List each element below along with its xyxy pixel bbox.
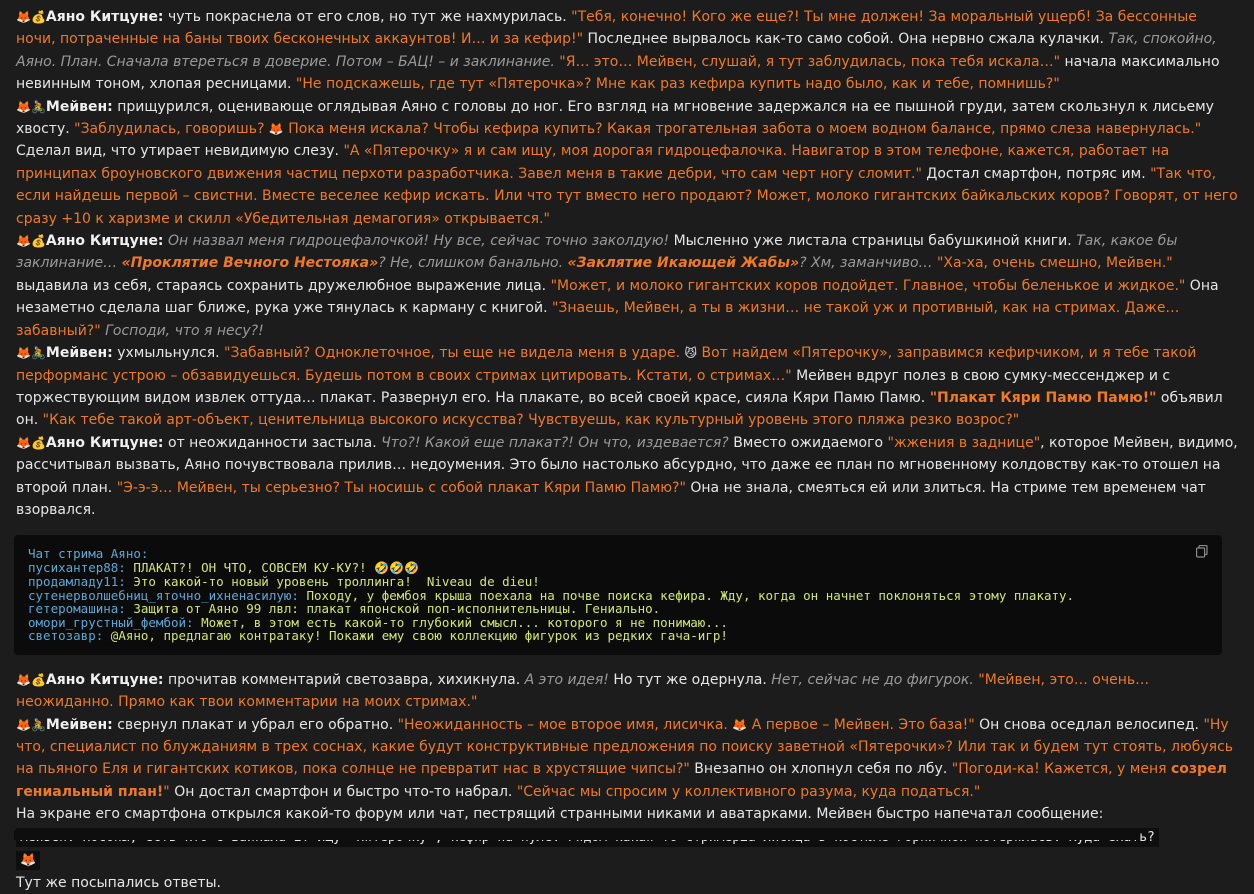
quote: "Неожиданность – мое второе имя, лисичка… bbox=[397, 716, 733, 733]
cat-icon: 😼 bbox=[684, 346, 698, 361]
text: от неожиданности застыла. bbox=[163, 434, 382, 451]
spell-name: «Проклятие Вечного Нестояка» bbox=[121, 255, 379, 272]
next-code-block-edge bbox=[14, 830, 1139, 840]
quote: Пока меня искала? Чтобы кефира купить? К… bbox=[283, 121, 1202, 138]
speaker-name: Аяно Китцуне: bbox=[45, 9, 164, 25]
thought: Что?! Какой еще плакат?! Он что, издевае… bbox=[381, 434, 729, 451]
text: Он достал смартфон и быстро что-то набра… bbox=[169, 783, 517, 800]
fox-icon: 🦊 bbox=[16, 850, 41, 870]
text: Последнее вырвалось как-то само собой. О… bbox=[583, 31, 1109, 48]
chat-message: @Аяно, предлагаю контратаку! Покажи ему … bbox=[103, 628, 728, 644]
bicyclist-icon: 🚴 bbox=[30, 99, 46, 114]
copy-icon[interactable] bbox=[1196, 545, 1208, 558]
paragraph-meyven-2: 🦊🚴Мейвен: ухмыльнулся. "Забавный? Однокл… bbox=[16, 342, 1238, 432]
speaker-name: Аяно Китцуне: bbox=[45, 671, 164, 688]
moneybag-icon: 💰 bbox=[30, 672, 46, 687]
quote-bold: "Плакат Кяри Памю Памю!" bbox=[929, 389, 1157, 406]
fox-icon: 🦊 bbox=[16, 234, 31, 249]
fox-icon: 🦊 bbox=[16, 717, 31, 732]
moneybag-icon: 💰 bbox=[30, 10, 46, 24]
speaker-name: Аяно Китцуне: bbox=[45, 434, 164, 451]
text: Мысленно уже листала страницы бабушкиной… bbox=[669, 233, 1077, 250]
chat-nick: светозавр: bbox=[28, 628, 104, 644]
fox-icon: 🦊 bbox=[268, 122, 284, 137]
stream-chat-code-block: Чат стрима Аяно: пусихантер88: ПЛАКАТ?! … bbox=[14, 535, 1222, 655]
chat-row: гетеромашина: Защита от Аяно 99 лвл: пла… bbox=[28, 602, 1208, 616]
quote: А первое – Мейвен. Это база!" bbox=[747, 716, 975, 733]
speaker-name: Мейвен: bbox=[45, 345, 113, 362]
chat-row: продамладу11: Это какой-то новый уровень… bbox=[28, 575, 1208, 589]
paragraph-meyven-1: 🦊🚴Мейвен: прищурился, оценивающе оглядыв… bbox=[16, 96, 1238, 230]
text: Достал смартфон, потряс им. bbox=[921, 165, 1151, 182]
chat-story: 🦊💰Аяно Китцуне: чуть покраснела от его с… bbox=[0, 0, 1254, 894]
thought: Господи, что я несу?! bbox=[100, 322, 264, 339]
fox-icon: 🦊 bbox=[16, 346, 31, 361]
thought: Нет, сейчас не до фигурок. bbox=[771, 671, 974, 688]
paragraph-ayano-1: 🦊💰Аяно Китцуне: чуть покраснела от его с… bbox=[16, 6, 1238, 96]
chat-row: сутенерволшебниц_яточно_ихненасилую: Пох… bbox=[28, 589, 1208, 603]
chat-row: омори_грустный_фембой: Может, в этом ест… bbox=[28, 616, 1208, 630]
speaker-name: Аяно Китцуне: bbox=[45, 233, 164, 250]
spell-name: «Заклятие Икающей Жабы» bbox=[567, 255, 800, 272]
text: Он снова оседлал велосипед. bbox=[974, 716, 1204, 733]
moneybag-icon: 💰 bbox=[30, 435, 46, 450]
chat-row: пусихантер88: ПЛАКАТ?! ОН ЧТО, СОВСЕМ КУ… bbox=[28, 561, 1208, 576]
fox-icon: 🦊 bbox=[732, 717, 748, 732]
fox-icon: 🦊 bbox=[16, 10, 31, 24]
thought: ? Хм, заманчиво… bbox=[799, 255, 933, 272]
bicyclist-icon: 🚴 bbox=[30, 717, 46, 732]
quote: "Как тебе такой арт-объект, ценительница… bbox=[42, 412, 1020, 429]
thought: А это идея! bbox=[524, 671, 609, 688]
bicyclist-icon: 🚴 bbox=[30, 346, 46, 361]
quote: "Сейчас мы спросим у коллективного разум… bbox=[516, 783, 981, 800]
quote: "Может, и молоко гигантских коров подойд… bbox=[550, 277, 1186, 294]
quote: "Не подскажешь, где тут «Пятерочка»? Мне… bbox=[295, 76, 1060, 93]
text: прочитав комментарий светозавра, хихикну… bbox=[163, 671, 525, 688]
quote: "Погоди-ка! Кажется, у меня bbox=[951, 761, 1171, 778]
quote: "Э-э-э… Мейвен, ты серьезно? Ты носишь с… bbox=[116, 479, 686, 496]
chat-row: светозавр: @Аяно, предлагаю контратаку! … bbox=[28, 629, 1208, 643]
paragraph-replies: Тут же посыпались ответы. bbox=[16, 874, 222, 891]
paragraph-meyven-3: 🦊🚴Мейвен: свернул плакат и убрал его обр… bbox=[16, 714, 1238, 804]
text: Сделал вид, что утирает невидимую слезу. bbox=[16, 143, 344, 160]
quote: "Я… это… Мейвен, слушай, я тут заблудила… bbox=[554, 53, 1061, 70]
text: Но тут же одернула. bbox=[608, 671, 772, 688]
fox-icon: 🦊 bbox=[16, 672, 31, 687]
quote: "Заблудилась, говоришь? bbox=[74, 121, 269, 138]
text: ухмыльнулся. bbox=[112, 345, 225, 362]
speaker-name: Мейвен: bbox=[45, 98, 113, 115]
quote: "жжения в заднице" bbox=[887, 434, 1041, 451]
paragraph-ayano-4: 🦊💰Аяно Китцуне: прочитав комментарий све… bbox=[16, 669, 1238, 714]
text: Внезапно он хлопнул себя по лбу. bbox=[689, 761, 952, 778]
text: свернул плакат и убрал его обратно. bbox=[112, 716, 398, 733]
fox-icon: 🦊 bbox=[16, 99, 31, 114]
text: выдавила из себя, стараясь сохранить дру… bbox=[16, 277, 551, 294]
paragraph-ayano-3: 🦊💰Аяно Китцуне: от неожиданности застыла… bbox=[16, 432, 1238, 522]
rofl-icon: 🤣🤣🤣 bbox=[374, 560, 420, 575]
fox-icon: 🦊 bbox=[16, 435, 31, 450]
speaker-name: Мейвен: bbox=[45, 716, 113, 733]
paragraph-narration: На экране его смартфона открылся какой-т… bbox=[16, 806, 1104, 823]
text: чуть покраснела от его слов, но тут же н… bbox=[163, 9, 572, 25]
thought: Он назвал меня гидроцефалочкой! Ну все, … bbox=[163, 233, 670, 250]
quote: "Забавный? Одноклеточное, ты еще не виде… bbox=[224, 345, 685, 362]
text: Вместо ожидаемого bbox=[728, 434, 888, 451]
thought: ? Не, слишком банально. bbox=[378, 255, 568, 272]
paragraph-ayano-2: 🦊💰Аяно Китцуне: Он назвал меня гидроцефа… bbox=[16, 230, 1238, 342]
quote: "Ха-ха, очень смешно, Мейвен." bbox=[932, 255, 1173, 272]
chat-nick: пусихантер88: bbox=[28, 559, 126, 575]
moneybag-icon: 💰 bbox=[30, 234, 46, 249]
chat-message: ПЛАКАТ?! ОН ЧТО, СОВСЕМ КУ-КУ?! bbox=[125, 559, 375, 575]
chat-header: Чат стрима Аяно: bbox=[28, 546, 149, 562]
